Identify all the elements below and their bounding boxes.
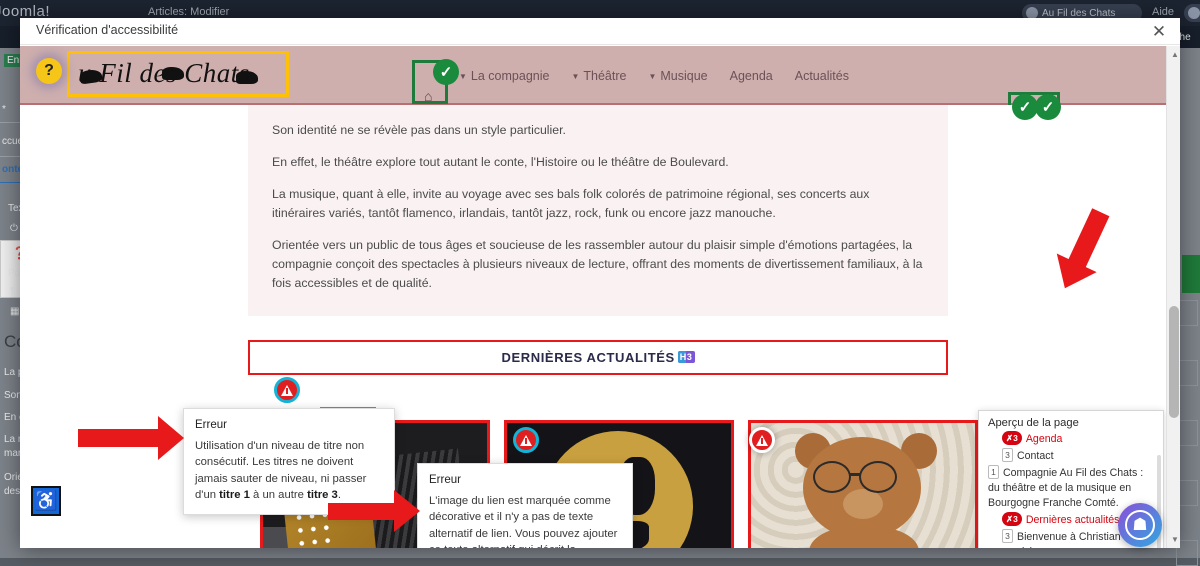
admin-asterisk: * (2, 104, 6, 115)
intro-paragraph: Orientée vers un public de tous âges et … (272, 236, 924, 293)
nav-label: Actualités (795, 69, 849, 83)
power-icon[interactable]: ⏻ (10, 223, 18, 234)
site-nav: ▼ La compagnie ▼ Théâtre ▼ Musique Agenda A… (412, 46, 860, 105)
news-heading-highlight: DERNIÈRES ACTUALITÉS H3 (248, 340, 948, 375)
modal-title: Vérification d'accessibilité (36, 23, 178, 37)
error-triangle-icon[interactable] (749, 427, 775, 453)
user-avatar-icon (1188, 7, 1200, 19)
scrollbar-thumb[interactable] (1169, 306, 1179, 418)
news-card[interactable]: Création d'un nouveau spectacleH3 mardi … (748, 420, 978, 548)
chevron-down-icon: ▼ (648, 72, 656, 81)
accessibility-glyph: ☗ (1125, 510, 1155, 540)
accessibility-check-modal: Vérification d'accessibilité ✕ u Fil des… (20, 18, 1180, 548)
tooltip-title: Erreur (429, 472, 621, 489)
admin-menu-help[interactable]: Aide (1152, 6, 1174, 18)
outline-item[interactable]: 1Compagnie Au Fil des Chats : du théâtre… (988, 465, 1154, 511)
annotation-arrow (328, 490, 424, 534)
tooltip-body: L'image du lien est marquée comme décora… (429, 493, 621, 548)
news-heading-text: DERNIÈRES ACTUALITÉS (501, 350, 674, 365)
site-preview: u Fil des Chats ? ⌂ ✓ ▼La compagnie ▼Thé… (20, 46, 1166, 548)
intro-content: Son identité ne se révèle pas dans un st… (248, 105, 948, 316)
nav-label: Théâtre (583, 69, 626, 83)
admin-site-pill-label: Au Fil des Chats (1042, 8, 1115, 19)
scroll-down-icon[interactable]: ▼ (1171, 535, 1179, 544)
scroll-up-icon[interactable]: ▲ (1171, 50, 1179, 59)
outline-item[interactable]: 3 Contact (988, 448, 1154, 464)
news-card-image[interactable] (748, 420, 978, 548)
nav-label: Musique (660, 69, 707, 83)
intro-paragraph: En effet, le théâtre explore tout autant… (272, 153, 924, 172)
outline-item-label: Agenda (1026, 433, 1063, 445)
admin-green-indicator (1182, 255, 1200, 293)
nav-item-la-compagnie[interactable]: ▼ La compagnie (448, 69, 560, 83)
accessibility-icon[interactable]: ☗ (1118, 503, 1162, 547)
outline-item-label: Compagnie Au Fil des Chats : du théâtre … (988, 467, 1143, 509)
check-icon: ✓ (1035, 94, 1061, 120)
tooltip-title: Erreur (195, 417, 383, 434)
close-icon[interactable]: ✕ (1148, 20, 1170, 42)
outline-item-label: Dernières actualités (1026, 514, 1120, 526)
nav-item-actualites[interactable]: Actualités (784, 69, 860, 83)
site-body: Son identité ne se révèle pas dans un st… (20, 105, 1166, 548)
site-logo-text: u Fil des Chats (78, 58, 250, 89)
news-section: DERNIÈRES ACTUALITÉS H3 (248, 340, 948, 375)
error-count-badge: ✗3 (1002, 512, 1022, 526)
site-logo-highlight: u Fil des Chats (67, 51, 289, 97)
modal-scrollbar[interactable]: ▲ ▼ (1166, 46, 1180, 548)
error-triangle-icon[interactable] (274, 377, 300, 403)
chevron-down-icon: ▼ (459, 72, 467, 81)
nav-item-theatre[interactable]: ▼ Théâtre (560, 69, 637, 83)
heading-level-badge: 1 (988, 465, 999, 479)
accessibility-icon[interactable]: ♿ (31, 486, 61, 516)
page-outline-title: Aperçu de la page (979, 411, 1163, 431)
outline-item-label: Contact (1017, 450, 1054, 462)
intro-paragraph: La musique, quant à elle, invite au voya… (272, 185, 924, 223)
nav-label: Agenda (730, 69, 773, 83)
page-title: DERNIÈRES ACTUALITÉS H3 (250, 350, 946, 365)
nav-label: La compagnie (471, 69, 550, 83)
admin-strip-p7: des (4, 486, 20, 497)
error-tooltip: Erreur L'image du lien est marquée comme… (417, 463, 633, 548)
chevron-down-icon: ▼ (571, 72, 579, 81)
nav-item-musique[interactable]: ▼ Musique (637, 69, 718, 83)
error-count-badge: ✗3 (1002, 431, 1022, 445)
heading-level-badge: 3 (1002, 448, 1013, 462)
paragraph-icon[interactable]: ¶ (10, 286, 15, 297)
outline-item[interactable]: ✗3 Agenda (988, 431, 1154, 447)
intro-paragraph: Son identité ne se révèle pas dans un st… (272, 121, 924, 140)
check-icon: ✓ (433, 59, 459, 85)
admin-strip-p5: mar (4, 448, 21, 459)
site-header: u Fil des Chats ? ⌂ ✓ ▼La compagnie ▼Thé… (20, 46, 1166, 105)
admin-user-pill[interactable]: cachat (1184, 4, 1200, 22)
table-icon[interactable]: ▦ (10, 306, 19, 317)
h3-badge: H3 (678, 351, 695, 363)
error-triangle-icon[interactable] (513, 427, 539, 453)
warning-question-badge[interactable]: ? (36, 58, 62, 84)
modal-header: Vérification d'accessibilité ✕ (20, 18, 1180, 45)
nav-item-agenda[interactable]: Agenda (719, 69, 784, 83)
heading-level-badge: 3 (1002, 529, 1013, 543)
annotation-arrow (78, 415, 188, 461)
admin-menu-article[interactable]: Articles: Modifier (148, 6, 229, 18)
